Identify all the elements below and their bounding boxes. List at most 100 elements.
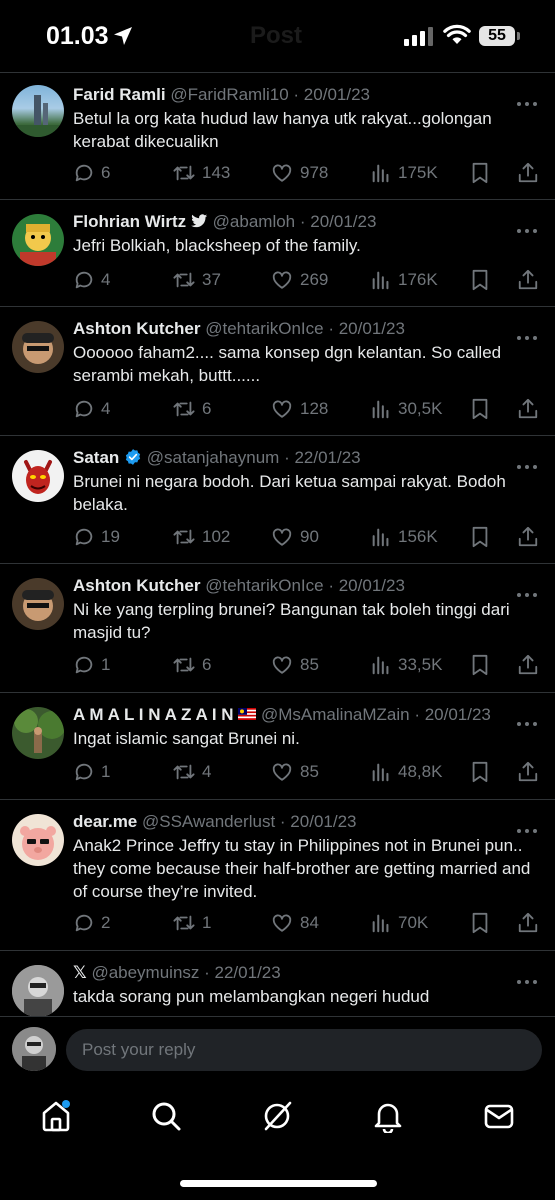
bookmark-button[interactable]	[470, 159, 496, 187]
bookmark-button[interactable]	[470, 651, 496, 679]
reply-input[interactable]: Post your reply	[66, 1029, 542, 1071]
bookmark-button[interactable]	[470, 523, 496, 551]
author-handle[interactable]: @satanjahaynum	[147, 448, 280, 467]
repost-button[interactable]: 6	[172, 395, 211, 423]
home-indicator[interactable]	[180, 1180, 377, 1187]
tab-notifications[interactable]	[368, 1096, 408, 1136]
tweet[interactable]: A M A L I N A Z A I N @MsAmalinaMZain · …	[0, 692, 555, 800]
share-icon	[518, 269, 538, 290]
author-name[interactable]: Satan	[73, 448, 119, 467]
views-icon	[372, 271, 389, 290]
more-icon[interactable]	[517, 220, 541, 233]
views-button[interactable]: 70K	[370, 909, 428, 937]
tab-search[interactable]	[146, 1096, 186, 1136]
more-icon[interactable]	[517, 713, 541, 726]
views-button[interactable]: 30,5K	[370, 395, 442, 423]
repost-button[interactable]: 1	[172, 909, 211, 937]
more-icon[interactable]	[517, 327, 541, 340]
tweet[interactable]: Ashton Kutcher @tehtarikOnIce · 20/01/23…	[0, 306, 555, 436]
more-icon[interactable]	[517, 93, 541, 106]
repost-button[interactable]: 4	[172, 758, 211, 786]
views-button[interactable]: 175K	[370, 159, 438, 187]
like-button[interactable]: 978	[270, 159, 328, 187]
repost-count: 1	[202, 913, 212, 932]
repost-button[interactable]: 143	[172, 159, 230, 187]
tweet[interactable]: 𝕏 @abeymuinsz · 22/01/23 takda sorang pu…	[0, 950, 555, 1017]
tweet-actions: 1 4 85 48,8K	[73, 758, 543, 786]
share-button[interactable]	[517, 395, 545, 423]
bookmark-button[interactable]	[470, 758, 496, 786]
author-handle[interactable]: @SSAwanderlust	[142, 812, 275, 831]
share-button[interactable]	[517, 758, 545, 786]
reply-button[interactable]: 1	[73, 651, 110, 679]
views-button[interactable]: 48,8K	[370, 758, 442, 786]
author-handle[interactable]: @tehtarikOnIce	[205, 319, 323, 338]
like-button[interactable]: 269	[270, 266, 328, 294]
avatar[interactable]	[12, 321, 64, 373]
mail-icon	[484, 1104, 514, 1129]
author-name[interactable]: Farid Ramli	[73, 85, 166, 104]
views-button[interactable]: 33,5K	[370, 651, 442, 679]
reply-button[interactable]: 1	[73, 758, 110, 786]
author-handle[interactable]: @FaridRamli10	[170, 85, 288, 104]
repost-button[interactable]: 37	[172, 266, 221, 294]
views-button[interactable]: 156K	[370, 523, 438, 551]
post-date: · 20/01/23	[299, 212, 377, 231]
avatar[interactable]	[12, 965, 64, 1017]
like-button[interactable]: 90	[270, 523, 319, 551]
share-button[interactable]	[517, 651, 545, 679]
avatar[interactable]	[12, 214, 64, 266]
avatar[interactable]	[12, 450, 64, 502]
author-name[interactable]: Ashton Kutcher	[73, 576, 201, 595]
avatar[interactable]	[12, 814, 64, 866]
reply-button[interactable]: 19	[73, 523, 120, 551]
reply-button[interactable]: 4	[73, 266, 110, 294]
home-icon	[42, 1100, 70, 1132]
avatar[interactable]	[12, 578, 64, 630]
avatar[interactable]	[12, 707, 64, 759]
tweet[interactable]: Satan @satanjahaynum · 22/01/23 Brunei n…	[0, 435, 555, 564]
bookmark-button[interactable]	[470, 395, 496, 423]
like-button[interactable]: 85	[270, 758, 319, 786]
author-handle[interactable]: @abeymuinsz	[91, 963, 199, 982]
tweet[interactable]: Farid Ramli @FaridRamli10 · 20/01/23 Bet…	[0, 72, 555, 200]
avatar[interactable]	[12, 85, 64, 137]
more-icon[interactable]	[517, 971, 541, 984]
share-button[interactable]	[517, 909, 545, 937]
bookmark-button[interactable]	[470, 266, 496, 294]
reply-button[interactable]: 2	[73, 909, 110, 937]
bookmark-button[interactable]	[470, 909, 496, 937]
my-avatar[interactable]	[12, 1027, 56, 1071]
author-name[interactable]: A M A L I N A Z A I N	[73, 705, 234, 724]
like-button[interactable]: 128	[270, 395, 328, 423]
author-handle[interactable]: @MsAmalinaMZain	[261, 705, 410, 724]
reply-button[interactable]: 4	[73, 395, 110, 423]
tweet[interactable]: dear.me @SSAwanderlust · 20/01/23 Anak2 …	[0, 799, 555, 951]
share-button[interactable]	[517, 266, 545, 294]
share-button[interactable]	[517, 523, 545, 551]
more-icon[interactable]	[517, 820, 541, 833]
like-button[interactable]: 84	[270, 909, 319, 937]
views-count: 30,5K	[398, 399, 443, 418]
author-handle[interactable]: @tehtarikOnIce	[205, 576, 323, 595]
tweet[interactable]: Ashton Kutcher @tehtarikOnIce · 20/01/23…	[0, 563, 555, 693]
reply-button[interactable]: 6	[73, 159, 110, 187]
repost-count: 6	[202, 399, 212, 418]
repost-button[interactable]: 6	[172, 651, 211, 679]
author-name[interactable]: Flohrian Wirtz	[73, 212, 186, 231]
author-handle[interactable]: @abamloh	[213, 212, 295, 231]
views-button[interactable]: 176K	[370, 266, 438, 294]
tab-grok[interactable]	[257, 1096, 297, 1136]
tweet[interactable]: Flohrian Wirtz @abamloh · 20/01/23 Jefri…	[0, 199, 555, 307]
share-button[interactable]	[517, 159, 545, 187]
repost-button[interactable]: 102	[172, 523, 230, 551]
like-button[interactable]: 85	[270, 651, 319, 679]
views-icon	[372, 656, 389, 675]
tab-home[interactable]	[36, 1096, 76, 1136]
reply-icon	[75, 528, 93, 546]
more-icon[interactable]	[517, 584, 541, 597]
tab-messages[interactable]	[479, 1096, 519, 1136]
more-icon[interactable]	[517, 456, 541, 469]
author-name[interactable]: Ashton Kutcher	[73, 319, 201, 338]
author-name[interactable]: dear.me	[73, 812, 137, 831]
